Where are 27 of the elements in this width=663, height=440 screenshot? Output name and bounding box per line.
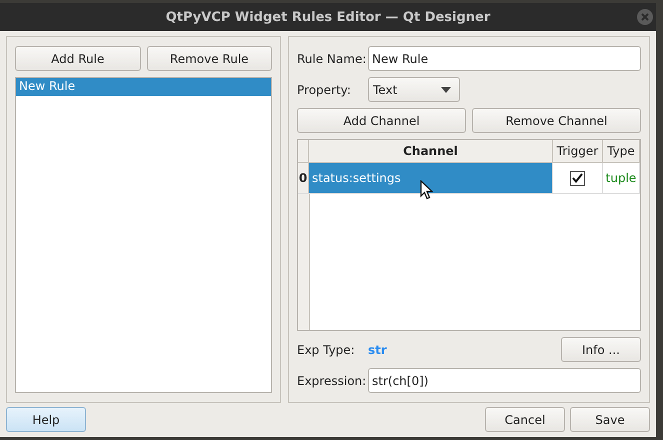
field-label: Exp Type: (297, 342, 356, 356)
channel-button[interactable]: Remove Channel (472, 108, 641, 133)
column-header[interactable]: Channel (309, 140, 553, 162)
rule-name-field[interactable]: New Rule (368, 46, 641, 71)
field-label: Rule Name: (297, 52, 368, 66)
help-button[interactable]: Help (6, 407, 86, 432)
channel-cell[interactable]: status:settings (309, 163, 553, 193)
window-title: QtPyVCP Widget Rules Editor — Qt Designer (166, 10, 490, 24)
dialog-button[interactable]: Save (570, 407, 650, 432)
row-header: 0 (298, 163, 309, 193)
cursor-icon (420, 180, 433, 200)
property-dropdown[interactable]: Text (368, 77, 460, 102)
rule-button[interactable]: Add Rule (15, 46, 140, 71)
field-label: Property: (297, 82, 352, 96)
column-header[interactable]: Trigger (553, 140, 603, 162)
exp-type-value: str (368, 342, 387, 356)
expression-field[interactable]: str(ch[0]) (368, 368, 641, 393)
dropdown-arrow-icon (441, 86, 451, 92)
info-button[interactable]: Info ... (561, 337, 641, 362)
channel-button[interactable]: Add Channel (297, 108, 466, 133)
dialog-button[interactable]: Cancel (485, 407, 565, 432)
rule-button[interactable]: Remove Rule (146, 46, 272, 71)
field-label: Expression: (297, 374, 368, 388)
rule-item[interactable]: New Rule (16, 78, 271, 96)
column-header[interactable]: Type (603, 140, 640, 162)
type-cell: tuple (603, 163, 640, 193)
trigger-checkbox[interactable] (570, 170, 585, 186)
